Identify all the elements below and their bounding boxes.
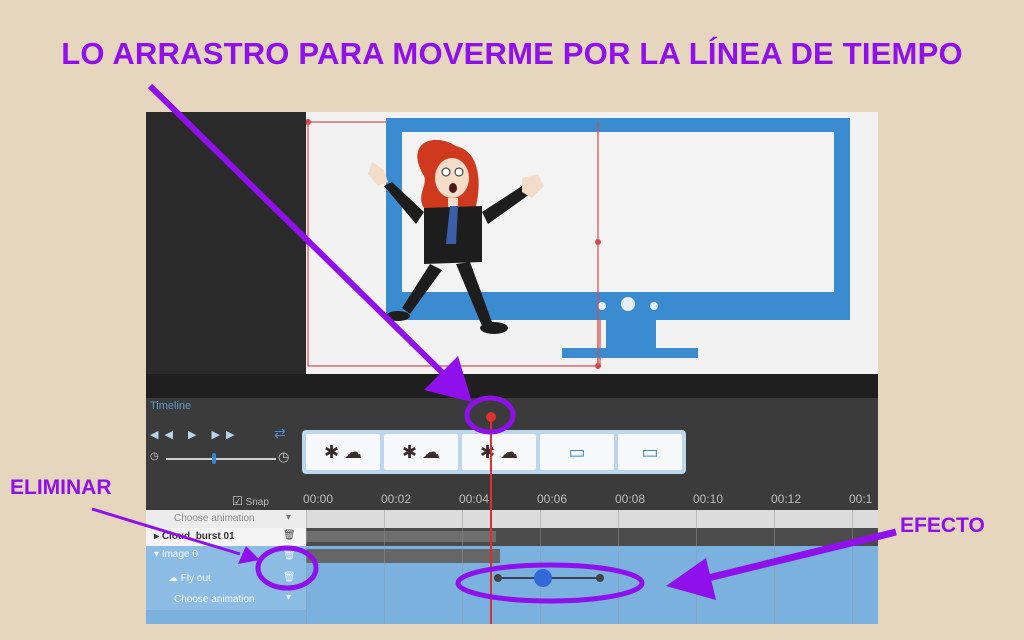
effect-handle[interactable] [534, 569, 552, 587]
annotation-title: LO ARRASTRO PARA MOVERME POR LA LÍNEA DE… [61, 36, 963, 71]
scrub-track[interactable] [166, 458, 276, 460]
tick-label: 00:06 [537, 492, 568, 506]
annotation-eliminar: ELIMINAR [10, 476, 112, 499]
effect-keyframes[interactable] [494, 569, 604, 587]
playhead-line[interactable] [490, 418, 492, 624]
effect-end-keyframe[interactable] [596, 574, 604, 582]
timeline-panel: Timeline ◀◀ ▶ ▶▶ ⇄ ◷ ◷ ✱ ☁ ✱ ☁ ✱ ☁ ▭ ▭ ☑… [146, 398, 878, 624]
stage-canvas[interactable] [305, 112, 878, 374]
playhead-handle[interactable] [486, 412, 496, 422]
play-icon[interactable]: ▶ [188, 429, 202, 441]
screenshot-region: Timeline ◀◀ ▶ ▶▶ ⇄ ◷ ◷ ✱ ☁ ✱ ☁ ✱ ☁ ▭ ▭ ☑… [146, 112, 878, 624]
thumbnail-frame-1[interactable]: ✱ ☁ [306, 434, 380, 470]
fast-forward-icon[interactable]: ▶▶ [212, 429, 241, 441]
transport-controls: ◀◀ ▶ ▶▶ [150, 428, 240, 441]
tick-label: 00:00 [303, 492, 334, 506]
effect-label: ☁ Fly out [168, 573, 211, 584]
clock-small-icon: ◷ [150, 451, 159, 462]
thumbnail-frame-3[interactable]: ✱ ☁ [462, 434, 536, 470]
tick-label: 00:12 [771, 492, 802, 506]
tick-label: 00:1 [849, 492, 873, 506]
thumbnail-frame-2[interactable]: ✱ ☁ [384, 434, 458, 470]
stage-artwork [305, 118, 850, 369]
clock-icon[interactable]: ◷ [278, 449, 289, 465]
choose-animation-dropdown[interactable]: Choose animation [174, 513, 255, 524]
chevron-down-icon[interactable]: ▾ [286, 592, 291, 603]
timeline-grid [306, 510, 878, 624]
loop-icon[interactable]: ⇄ [274, 425, 286, 442]
trash-icon[interactable]: 🗑 [283, 572, 296, 583]
timeline-title: Timeline [150, 400, 192, 412]
stage-left-panel [146, 112, 306, 374]
trash-icon[interactable]: 🗑 [283, 530, 296, 541]
chevron-down-icon[interactable]: ▾ [286, 512, 291, 523]
snap-label: Snap [245, 497, 269, 508]
tick-label: 00:08 [615, 492, 646, 506]
trash-icon[interactable]: 🗑 [283, 550, 296, 561]
snap-checkbox-icon[interactable]: ☑ [232, 494, 243, 508]
rewind-icon[interactable]: ◀◀ [150, 429, 179, 441]
tick-label: 00:04 [459, 492, 490, 506]
choose-animation-dropdown[interactable]: Choose animation [174, 594, 255, 605]
tick-label: 00:10 [693, 492, 724, 506]
stage-bottom-band [146, 374, 878, 398]
track-label: ▸ Cloud_burst 01 [154, 531, 235, 542]
frame-thumbnails: ✱ ☁ ✱ ☁ ✱ ☁ ▭ ▭ [302, 430, 686, 474]
scrub-handle[interactable] [212, 453, 216, 464]
annotation-efecto: EFECTO [900, 514, 985, 537]
track-label: ▾ Image 0 [154, 549, 198, 560]
thumbnail-frame-5[interactable]: ▭ [618, 434, 682, 470]
time-scrub[interactable]: ◷ ◷ [150, 449, 295, 466]
snap-toggle[interactable]: ☑ Snap [232, 494, 269, 508]
thumbnail-frame-4[interactable]: ▭ [540, 434, 614, 470]
effect-start-keyframe[interactable] [494, 574, 502, 582]
tick-label: 00:02 [381, 492, 412, 506]
